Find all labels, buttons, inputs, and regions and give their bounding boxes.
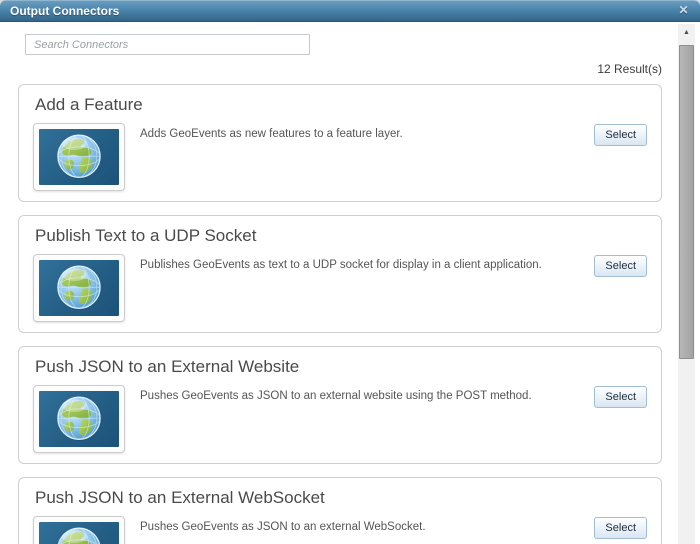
output-connectors-dialog: Output Connectors ✕ 12 Result(s) Add a F…	[0, 0, 700, 544]
vertical-scrollbar[interactable]: ▲	[678, 24, 695, 544]
connector-description: Publishes GeoEvents as text to a UDP soc…	[140, 259, 542, 271]
connector-description: Pushes GeoEvents as JSON to an external …	[140, 390, 532, 402]
globe-icon	[54, 263, 104, 313]
connector-thumbnail	[33, 254, 125, 322]
globe-icon	[54, 394, 104, 444]
connector-card-add-a-feature: Add a Feature Adds GeoEvents as new feat…	[18, 84, 662, 202]
connector-title: Add a Feature	[35, 95, 143, 114]
dialog-title: Output Connectors	[10, 3, 120, 18]
dialog-titlebar: Output Connectors ✕	[0, 0, 700, 22]
results-count: 12 Result(s)	[597, 62, 662, 76]
globe-icon	[54, 132, 104, 182]
dialog-body: 12 Result(s) Add a Feature Adds GeoEvent…	[0, 23, 700, 544]
connector-title: Push JSON to an External Website	[35, 357, 300, 376]
scrollbar-up-arrow-icon[interactable]: ▲	[678, 24, 695, 41]
connector-description: Pushes GeoEvents as JSON to an external …	[140, 521, 426, 533]
select-button[interactable]: Select	[594, 517, 647, 539]
connector-thumbnail	[33, 516, 125, 544]
select-button[interactable]: Select	[594, 124, 647, 146]
connector-description: Adds GeoEvents as new features to a feat…	[140, 128, 403, 140]
select-button[interactable]: Select	[594, 386, 647, 408]
connector-thumbnail	[33, 123, 125, 191]
connector-list: Add a Feature Adds GeoEvents as new feat…	[18, 84, 662, 544]
connector-thumbnail	[33, 385, 125, 453]
connector-card-push-json-website: Push JSON to an External Website Pushes …	[18, 346, 662, 464]
globe-icon	[54, 525, 104, 544]
select-button[interactable]: Select	[594, 255, 647, 277]
close-icon[interactable]: ✕	[676, 3, 691, 18]
scrollbar-thumb[interactable]	[679, 45, 694, 359]
search-input[interactable]	[25, 34, 310, 55]
connector-title: Publish Text to a UDP Socket	[35, 226, 257, 245]
connector-card-publish-text-udp: Publish Text to a UDP Socket Publishes G…	[18, 215, 662, 333]
connector-title: Push JSON to an External WebSocket	[35, 488, 325, 507]
connector-card-push-json-websocket: Push JSON to an External WebSocket Pushe…	[18, 477, 662, 544]
